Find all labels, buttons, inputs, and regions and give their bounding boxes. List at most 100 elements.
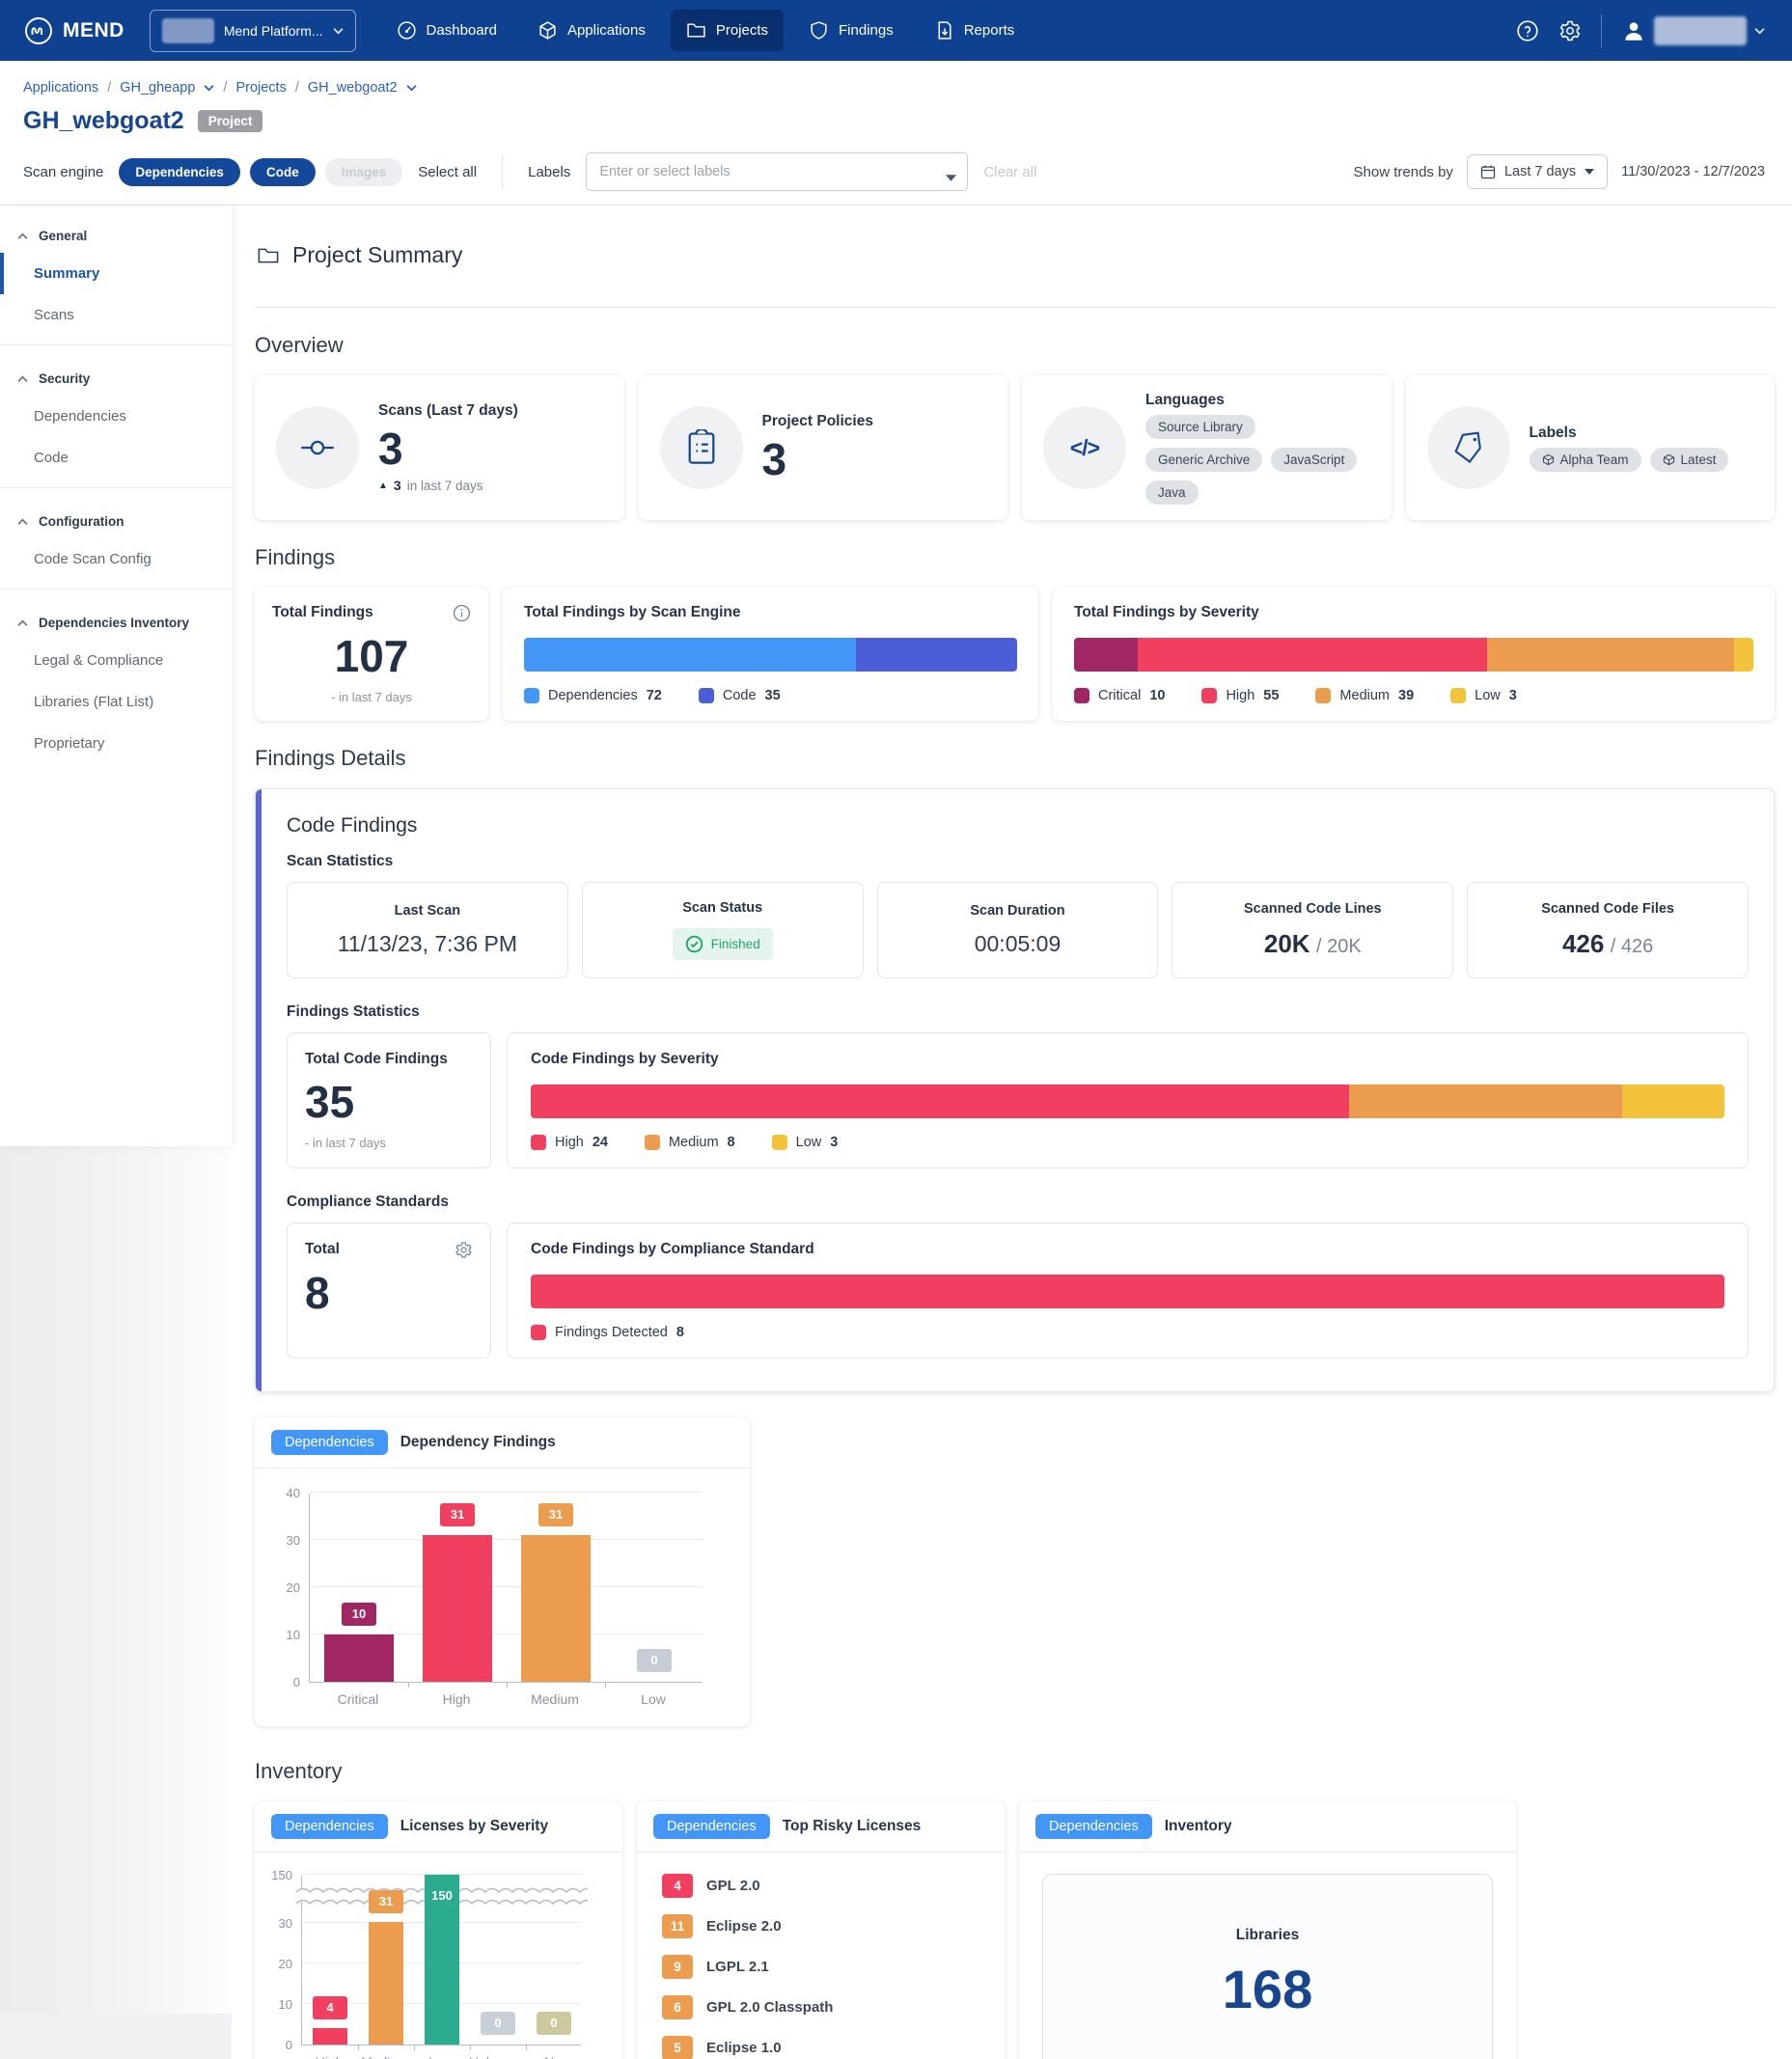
mend-logo[interactable]: MEND xyxy=(23,15,124,46)
legend-low: Low3 xyxy=(1450,688,1517,703)
bar-segment-high xyxy=(1138,638,1487,672)
chip-javascript: JavaScript xyxy=(1271,448,1357,472)
scan-engine-pills: DependenciesCodeImages xyxy=(119,158,402,186)
scanned-files-value: 426 / 426 xyxy=(1562,929,1653,959)
package-icon xyxy=(1542,453,1555,466)
legend-swatch xyxy=(1315,688,1331,703)
breadcrumb-link-applications[interactable]: Applications xyxy=(23,80,98,96)
chevron-down-icon xyxy=(333,27,344,35)
nav-item-reports[interactable]: Reports xyxy=(919,10,1031,51)
scans-trend: ▲ 3 in last 7 days xyxy=(378,478,518,493)
sidebar-section-general[interactable]: General xyxy=(0,211,232,253)
sidebar-item-dependencies[interactable]: Dependencies xyxy=(0,396,232,437)
card-title: Top Risky Licenses xyxy=(783,1818,922,1835)
info-icon[interactable] xyxy=(453,604,471,622)
filter-divider xyxy=(502,154,503,189)
chip-alpha-team: Alpha Team xyxy=(1530,448,1641,472)
dropdown-caret-icon[interactable] xyxy=(946,169,956,186)
card-title: Project Policies xyxy=(762,413,873,430)
breadcrumb-link-gh-webgoat2[interactable]: GH_webgoat2 xyxy=(308,80,398,96)
scan-engine-pill-code[interactable]: Code xyxy=(250,158,316,186)
reports-icon xyxy=(934,20,954,41)
dependency-findings-header: Dependencies Dependency Findings xyxy=(255,1417,750,1469)
scan-duration-value: 00:05:09 xyxy=(975,931,1061,957)
compliance-total-value: 8 xyxy=(305,1267,473,1319)
bar-segment-low xyxy=(1734,638,1753,672)
chevron-down-icon xyxy=(406,84,417,92)
labels-input[interactable] xyxy=(586,152,968,191)
code-findings-panel: Code Findings Scan Statistics Last Scan … xyxy=(255,788,1775,1392)
legend-code: Code35 xyxy=(699,688,781,703)
findings-statistics-label: Findings Statistics xyxy=(287,1003,1749,1021)
x-axis-label-medium: Medium xyxy=(357,2054,413,2059)
bar-value-label: 4 xyxy=(313,1996,347,2019)
sidebar-section-dependencies-inventory[interactable]: Dependencies Inventory xyxy=(0,598,232,640)
code-brackets-icon: </> xyxy=(1043,406,1126,489)
dependencies-chip: Dependencies xyxy=(271,1814,388,1839)
sidebar-item-libraries-flat-list[interactable]: Libraries (Flat List) xyxy=(0,681,232,723)
chip-java: Java xyxy=(1145,480,1199,505)
sidebar-item-code-scan-config[interactable]: Code Scan Config xyxy=(0,538,232,580)
show-trends-label: Show trends by xyxy=(1354,164,1453,180)
nav-item-applications[interactable]: Applications xyxy=(522,10,661,51)
chevron-down-icon[interactable] xyxy=(406,84,417,92)
compliance-chart-card: Code Findings by Compliance Standard Fin… xyxy=(507,1222,1749,1359)
gear-icon[interactable] xyxy=(1558,19,1582,42)
nav-item-projects[interactable]: Projects xyxy=(671,10,784,51)
caret-down-icon xyxy=(1585,169,1594,175)
package-icon xyxy=(1663,453,1675,466)
total-code-findings-value: 35 xyxy=(305,1076,473,1128)
card-title: Inventory xyxy=(1165,1818,1232,1835)
scan-icon xyxy=(276,406,359,489)
x-axis-label-high: High xyxy=(301,2054,357,2059)
bar-value-label: 0 xyxy=(637,1649,672,1672)
severity-stacked-bar xyxy=(1074,638,1753,672)
user-menu[interactable] xyxy=(1621,16,1765,45)
sidebar-item-scans[interactable]: Scans xyxy=(0,294,232,336)
filter-bar: Scan engine DependenciesCodeImages Selec… xyxy=(0,145,1792,206)
bar-value-label: 150 xyxy=(425,1884,459,1908)
gear-icon[interactable] xyxy=(455,1241,473,1259)
sidebar-item-legal-compliance[interactable]: Legal & Compliance xyxy=(0,640,232,681)
nav-right xyxy=(1516,14,1765,47)
sidebar-section-configuration[interactable]: Configuration xyxy=(0,497,232,538)
breadcrumb-link-gh-gheapp[interactable]: GH_gheapp xyxy=(120,80,195,96)
nav-item-dashboard[interactable]: Dashboard xyxy=(381,10,512,51)
licenses-chart: 0102030150 43115000 HighMediumLowUnknown… xyxy=(255,1853,622,2059)
risky-license-row-gpl-2-0-classpath: 6GPL 2.0 Classpath xyxy=(662,1995,979,2019)
chevron-down-icon[interactable] xyxy=(204,84,214,92)
scan-engine-pill-dependencies[interactable]: Dependencies xyxy=(119,158,240,186)
card-title: Total Findings xyxy=(272,604,373,621)
top-nav: MEND Mend Platform... DashboardApplicati… xyxy=(0,0,1792,61)
chip-source-library: Source Library xyxy=(1145,415,1255,439)
risky-licenses-list: 4GPL 2.011Eclipse 2.09LGPL 2.16GPL 2.0 C… xyxy=(637,1853,1005,2059)
nav-item-findings[interactable]: Findings xyxy=(793,10,909,51)
trends-range-select[interactable]: Last 7 days xyxy=(1467,154,1608,189)
date-range-text: 11/30/2023 - 12/7/2023 xyxy=(1621,164,1765,179)
language-chips: Source Library Generic Archive JavaScript J… xyxy=(1145,415,1370,505)
sidebar-item-proprietary[interactable]: Proprietary xyxy=(0,723,232,764)
license-count-badge: 9 xyxy=(662,1955,693,1979)
help-icon[interactable] xyxy=(1516,19,1539,42)
risky-licenses-header: Dependencies Top Risky Licenses xyxy=(637,1801,1005,1853)
scan-status-card: Scan Status Finished xyxy=(582,882,864,978)
clear-all-button[interactable]: Clear all xyxy=(983,164,1036,180)
chevron-up-icon xyxy=(17,375,28,383)
breadcrumb-link-projects[interactable]: Projects xyxy=(235,80,286,96)
compliance-standards-label: Compliance Standards xyxy=(287,1194,1749,1211)
total-code-findings-card: Total Code Findings 35 - in last 7 days xyxy=(287,1032,491,1168)
card-title: Scans (Last 7 days) xyxy=(378,402,518,420)
risky-license-row-eclipse-1-0: 5Eclipse 1.0 xyxy=(662,2036,979,2059)
x-axis-label-no-license: No License xyxy=(525,2054,581,2059)
page-title: GH_webgoat2 xyxy=(23,107,184,135)
sidebar-section-security[interactable]: Security xyxy=(0,354,232,396)
select-all-button[interactable]: Select all xyxy=(418,164,477,180)
sidebar-item-code[interactable]: Code xyxy=(0,437,232,479)
org-selector[interactable]: Mend Platform... xyxy=(150,10,356,52)
chip-generic-archive: Generic Archive xyxy=(1145,448,1262,472)
code-severity-card: Code Findings by Severity High24Medium8L… xyxy=(507,1032,1749,1168)
breadcrumb: Applications/GH_gheapp/Projects/GH_webgo… xyxy=(0,61,1792,101)
bar-segment-low xyxy=(1622,1084,1724,1118)
scanned-lines-value: 20K / 20K xyxy=(1264,929,1362,959)
sidebar-item-summary[interactable]: Summary xyxy=(0,253,232,294)
